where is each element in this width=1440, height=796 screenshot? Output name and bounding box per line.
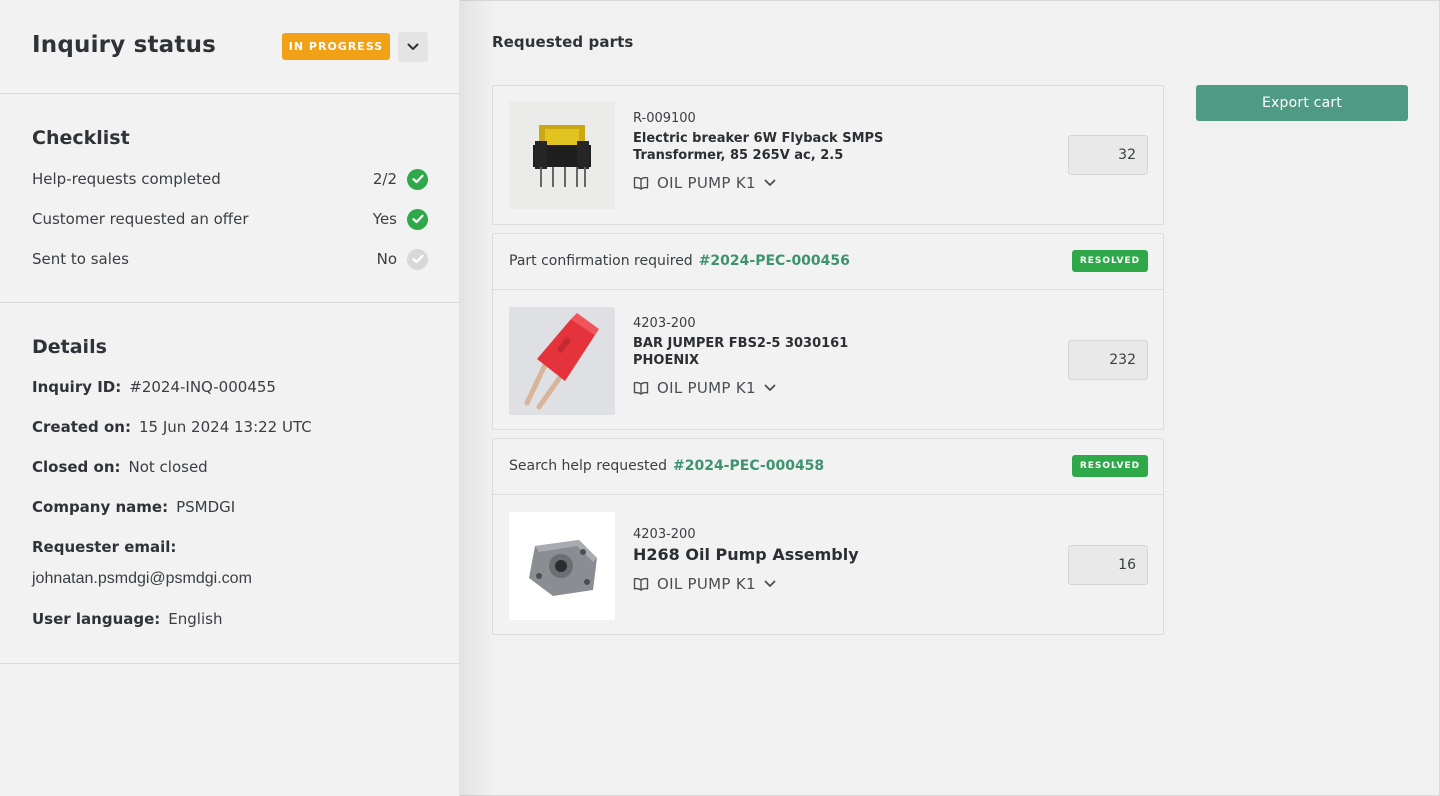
detail-label: Created on: xyxy=(32,418,131,436)
inquiry-sidebar: Inquiry status IN PROGRESS Checklist Hel… xyxy=(0,0,460,796)
detail-inquiry-id: Inquiry ID: #2024-INQ-000455 xyxy=(32,378,276,396)
checklist-title: Checklist xyxy=(32,127,130,149)
checklist-item-label: Sent to sales xyxy=(32,250,129,268)
detail-value: #2024-INQ-000455 xyxy=(129,378,276,396)
checklist-section: Checklist Help-requests completed 2/2 Cu… xyxy=(0,94,460,303)
part-image xyxy=(509,101,615,209)
check-pending-icon xyxy=(407,248,428,270)
part-card: Search help requested #2024-PEC-000458 RE… xyxy=(492,438,1164,635)
status-dropdown-button[interactable] xyxy=(398,32,428,62)
chevron-down-icon xyxy=(764,580,776,587)
resolved-badge: RESOLVED xyxy=(1072,250,1148,272)
chevron-down-icon xyxy=(764,179,776,186)
details-title: Details xyxy=(32,336,107,358)
detail-closed: Closed on: Not closed xyxy=(32,458,208,476)
part-card: R-009100 Electric breaker 6W Flyback SMP… xyxy=(492,85,1164,225)
checklist-item-label: Customer requested an offer xyxy=(32,210,249,228)
status-title: Inquiry status xyxy=(32,32,217,58)
detail-label: Requester email: xyxy=(32,538,177,556)
card-header: Search help requested #2024-PEC-000458 RE… xyxy=(493,439,1163,495)
check-icon xyxy=(407,208,428,230)
checklist-item: Help-requests completed 2/2 xyxy=(32,167,428,191)
card-header: Part confirmation required #2024-PEC-0004… xyxy=(493,234,1163,290)
checklist-item: Sent to sales No xyxy=(32,247,428,271)
help-request-link[interactable]: #2024-PEC-000456 xyxy=(699,253,850,269)
checklist-item-label: Help-requests completed xyxy=(32,170,221,188)
part-image xyxy=(509,307,615,415)
machine-selector[interactable]: OIL PUMP K1 xyxy=(633,174,933,192)
checklist-item-value: Yes xyxy=(372,210,397,228)
machine-label: OIL PUMP K1 xyxy=(657,575,756,593)
detail-value: English xyxy=(168,610,223,628)
resolved-badge: RESOLVED xyxy=(1072,455,1148,477)
help-request-label: Search help requested #2024-PEC-000458 xyxy=(509,458,824,474)
detail-value: Not closed xyxy=(128,458,208,476)
requested-parts-title: Requested parts xyxy=(492,33,634,51)
chevron-down-icon xyxy=(764,384,776,391)
book-icon xyxy=(633,381,649,395)
help-request-link[interactable]: #2024-PEC-000458 xyxy=(673,458,824,474)
detail-email-label: Requester email: xyxy=(32,538,184,556)
part-image xyxy=(509,512,615,620)
book-icon xyxy=(633,577,649,591)
quantity-input[interactable]: 16 xyxy=(1068,545,1148,585)
panel-shadow xyxy=(460,0,494,796)
machine-selector[interactable]: OIL PUMP K1 xyxy=(633,379,933,397)
part-name: Electric breaker 6W Flyback SMPS Transfo… xyxy=(633,131,884,163)
part-info: 4203-200 H268 Oil Pump Assembly OIL PUMP… xyxy=(633,527,933,593)
part-number: 4203-200 xyxy=(633,527,696,542)
detail-company: Company name: PSMDGI xyxy=(32,498,235,516)
detail-email-value: johnatan.psmdgi@psmdgi.com xyxy=(32,570,252,587)
export-cart-button[interactable]: Export cart xyxy=(1196,85,1408,121)
part-number: R-009100 xyxy=(633,111,696,126)
check-icon xyxy=(407,168,428,190)
details-section: Details Inquiry ID: #2024-INQ-000455 Crea… xyxy=(0,303,460,664)
checklist-item: Customer requested an offer Yes xyxy=(32,207,428,231)
part-name: H268 Oil Pump Assembly xyxy=(633,545,859,564)
detail-value: 15 Jun 2024 13:22 UTC xyxy=(139,418,312,436)
status-header: Inquiry status IN PROGRESS xyxy=(0,0,460,94)
detail-label: User language: xyxy=(32,610,161,628)
help-request-label: Part confirmation required #2024-PEC-0004… xyxy=(509,253,850,269)
book-icon xyxy=(633,176,649,190)
chevron-down-icon xyxy=(407,43,419,50)
quantity-input[interactable]: 32 xyxy=(1068,135,1148,175)
checklist-item-value: No xyxy=(376,250,397,268)
part-info: 4203-200 BAR JUMPER FBS2-5 3030161 PHOEN… xyxy=(633,316,933,397)
detail-value: PSMDGI xyxy=(176,498,236,516)
help-request-type: Search help requested xyxy=(509,458,667,474)
machine-label: OIL PUMP K1 xyxy=(657,379,756,397)
detail-label: Closed on: xyxy=(32,458,121,476)
quantity-input[interactable]: 232 xyxy=(1068,340,1148,380)
part-info: R-009100 Electric breaker 6W Flyback SMP… xyxy=(633,111,933,192)
detail-label: Company name: xyxy=(32,498,169,516)
detail-created: Created on: 15 Jun 2024 13:22 UTC xyxy=(32,418,312,436)
machine-selector[interactable]: OIL PUMP K1 xyxy=(633,575,933,593)
checklist-item-value: 2/2 xyxy=(372,170,397,188)
part-card: Part confirmation required #2024-PEC-0004… xyxy=(492,233,1164,430)
machine-label: OIL PUMP K1 xyxy=(657,174,756,192)
part-number: 4203-200 xyxy=(633,316,696,331)
status-badge: IN PROGRESS xyxy=(282,33,390,60)
help-request-type: Part confirmation required xyxy=(509,253,693,269)
detail-label: Inquiry ID: xyxy=(32,378,122,396)
detail-language: User language: English xyxy=(32,610,222,628)
part-name: BAR JUMPER FBS2-5 3030161 PHOENIX xyxy=(633,336,849,368)
